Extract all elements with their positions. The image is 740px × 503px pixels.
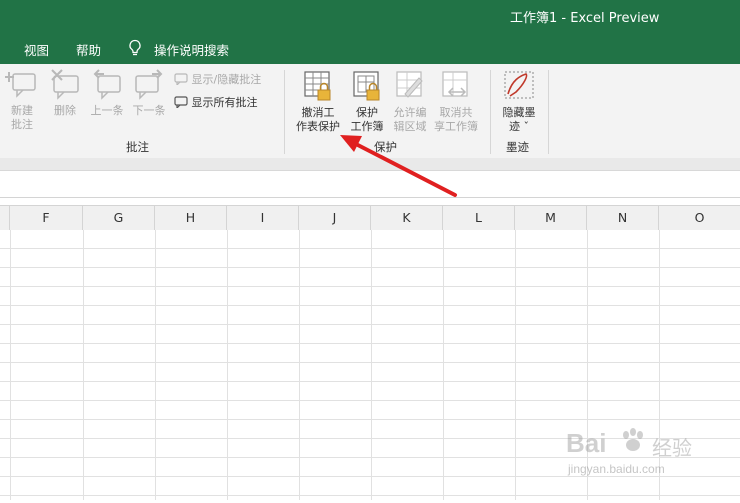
- column-header-edge: [0, 206, 10, 230]
- column-header[interactable]: O: [659, 206, 740, 230]
- workbook-lock-icon: [353, 71, 380, 101]
- sheet-lock-icon: [304, 71, 331, 101]
- column-header[interactable]: J: [299, 206, 371, 230]
- delete-comment-icon: [51, 69, 79, 100]
- watermark-url: jingyan.baidu.com: [568, 462, 665, 476]
- show-all-comments-button[interactable]: 显示所有批注: [174, 94, 258, 110]
- protect-group-label: 保护: [374, 140, 397, 154]
- ink-icon: [504, 71, 534, 99]
- previous-comment-icon: [93, 69, 121, 100]
- paw-icon: [623, 428, 643, 451]
- unshare-workbook-button[interactable]: 取消共 享工作簿: [430, 70, 482, 134]
- title-bar: 工作簿1 - Excel Preview: [0, 0, 740, 33]
- ribbon-tab-bar: 视图 帮助 操作说明搜索: [0, 33, 740, 64]
- previous-comment-button[interactable]: 上一条: [86, 68, 128, 118]
- show-hide-comment-icon: [174, 73, 188, 87]
- group-divider: [490, 70, 491, 154]
- ribbon: 新建 批注 删除 上一条 下一条 显示/隐藏批注 显示所有批注 批注 撤消工 作…: [0, 64, 740, 159]
- window-title: 工作簿1 - Excel Preview: [510, 11, 660, 26]
- column-header[interactable]: H: [155, 206, 227, 230]
- ink-group-label: 墨迹: [506, 140, 529, 154]
- watermark-brand: Bai: [566, 428, 607, 458]
- tell-me-search[interactable]: 操作说明搜索: [154, 40, 229, 59]
- show-all-comments-icon: [174, 96, 188, 110]
- unprotect-sheet-button[interactable]: 撤消工 作表保护: [291, 70, 345, 134]
- new-comment-button[interactable]: 新建 批注: [2, 68, 42, 132]
- column-header[interactable]: N: [587, 206, 659, 230]
- new-comment-icon: [4, 72, 36, 98]
- tab-view[interactable]: 视图: [24, 40, 49, 59]
- allow-edit-ranges-button[interactable]: 允许编 辑区域: [389, 70, 431, 134]
- column-header-row: F G H I J K L M N O: [0, 205, 740, 231]
- show-hide-comment-button[interactable]: 显示/隐藏批注: [174, 71, 261, 87]
- unshare-workbook-icon: [442, 71, 468, 97]
- comments-group-label: 批注: [126, 140, 149, 154]
- column-header[interactable]: F: [10, 206, 83, 230]
- next-comment-button[interactable]: 下一条: [128, 68, 170, 118]
- tab-help[interactable]: 帮助: [76, 40, 101, 59]
- column-header[interactable]: L: [443, 206, 515, 230]
- next-comment-icon: [135, 69, 163, 100]
- lightbulb-icon: [128, 39, 142, 60]
- watermark-brand-suffix: 经验: [652, 436, 692, 460]
- group-divider: [284, 70, 285, 154]
- column-header[interactable]: I: [227, 206, 299, 230]
- group-divider: [548, 70, 549, 154]
- column-header[interactable]: M: [515, 206, 587, 230]
- delete-comment-button[interactable]: 删除: [46, 68, 84, 118]
- column-header[interactable]: K: [371, 206, 443, 230]
- hide-ink-button[interactable]: 隐藏墨 迹 ˇ: [497, 70, 541, 134]
- formula-bar[interactable]: [0, 171, 740, 198]
- column-header[interactable]: G: [83, 206, 155, 230]
- edit-ranges-icon: [396, 71, 423, 98]
- ribbon-collapse-strip: [0, 158, 740, 171]
- baidu-watermark: Bai 经验 jingyan.baidu.com: [560, 420, 720, 490]
- protect-workbook-button[interactable]: 保护 工作簿: [346, 70, 388, 134]
